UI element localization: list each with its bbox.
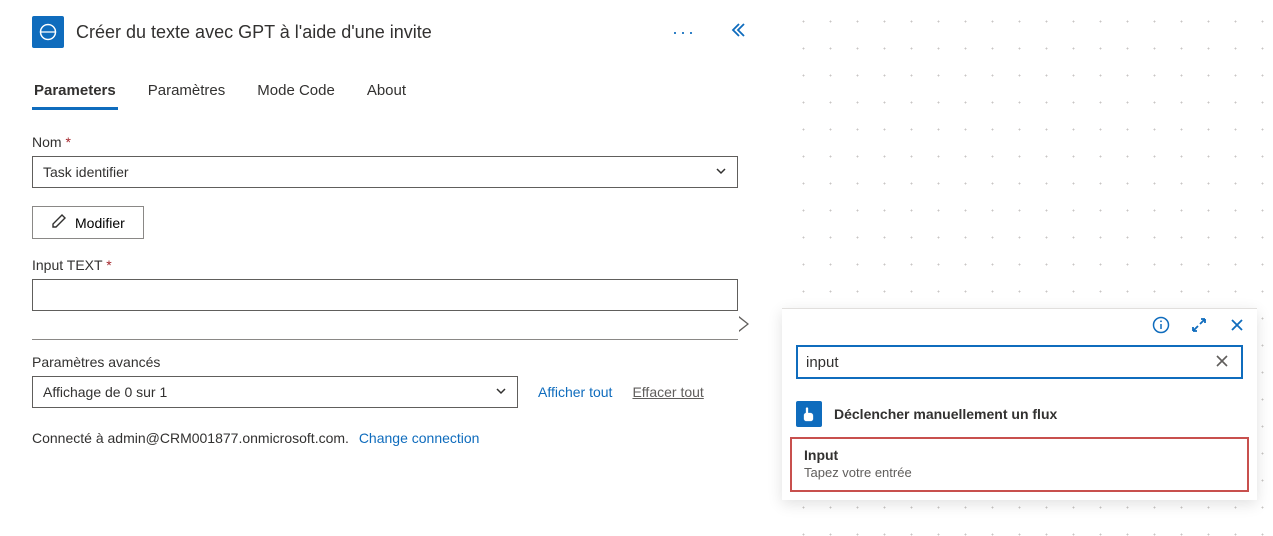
connection-prefix: Connecté à: [32, 430, 108, 446]
input-text-field[interactable]: [32, 279, 738, 311]
tab-about[interactable]: About: [365, 76, 408, 110]
nom-value: Task identifier: [43, 164, 129, 180]
config-panel: Créer du texte avec GPT à l'aide d'une i…: [0, 0, 782, 536]
trigger-title: Déclencher manuellement un flux: [834, 406, 1057, 422]
nom-label-text: Nom: [32, 134, 62, 150]
panel-title: Créer du texte avec GPT à l'aide d'une i…: [76, 22, 654, 43]
clear-all-link[interactable]: Effacer tout: [632, 384, 703, 400]
field-input-text: Input TEXT *: [32, 257, 750, 311]
modify-button-label: Modifier: [75, 215, 125, 231]
advanced-label: Paramètres avancés: [32, 354, 750, 370]
tab-bar: Parameters Paramètres Mode Code About: [32, 76, 750, 110]
expand-icon[interactable]: [1189, 315, 1209, 335]
info-icon[interactable]: [1151, 315, 1171, 335]
tab-parametres[interactable]: Paramètres: [146, 76, 228, 110]
result-subtitle: Tapez votre entrée: [804, 465, 1235, 480]
pointer-arrow-icon: [739, 316, 749, 332]
required-indicator: *: [106, 257, 111, 273]
advanced-row: Affichage de 0 sur 1 Afficher tout Effac…: [32, 376, 750, 408]
chevron-down-icon: [715, 165, 727, 180]
tab-parameters[interactable]: Parameters: [32, 76, 118, 110]
popup-search-input[interactable]: [806, 354, 1211, 371]
clear-search-icon[interactable]: [1211, 352, 1233, 373]
more-menu-icon[interactable]: ···: [666, 22, 702, 43]
chevron-down-icon: [495, 385, 507, 400]
show-all-link[interactable]: Afficher tout: [538, 384, 612, 400]
input-text-label: Input TEXT *: [32, 257, 750, 273]
input-text-label-text: Input TEXT: [32, 257, 102, 273]
pencil-icon: [51, 213, 67, 232]
popup-search-box[interactable]: [796, 345, 1243, 379]
connection-account: admin@CRM001877.onmicrosoft.com.: [108, 430, 349, 446]
search-result-item[interactable]: Input Tapez votre entrée: [790, 437, 1249, 492]
nom-label: Nom *: [32, 134, 750, 150]
field-nom: Nom * Task identifier: [32, 134, 750, 188]
section-divider: [32, 339, 738, 340]
collapse-panel-icon[interactable]: [726, 22, 750, 43]
required-indicator: *: [65, 134, 70, 150]
popup-toolbar: [782, 309, 1257, 339]
dynamic-content-popup: Déclencher manuellement un flux Input Ta…: [782, 308, 1257, 500]
modify-button[interactable]: Modifier: [32, 206, 144, 239]
panel-header: Créer du texte avec GPT à l'aide d'une i…: [32, 16, 750, 48]
connection-info: Connecté à admin@CRM001877.onmicrosoft.c…: [32, 430, 750, 446]
result-title: Input: [804, 447, 1235, 463]
advanced-dropdown[interactable]: Affichage de 0 sur 1: [32, 376, 518, 408]
advanced-dropdown-value: Affichage de 0 sur 1: [43, 384, 167, 400]
change-connection-link[interactable]: Change connection: [359, 430, 480, 446]
tab-mode-code[interactable]: Mode Code: [255, 76, 337, 110]
trigger-section: Déclencher manuellement un flux: [782, 391, 1257, 437]
close-icon[interactable]: [1227, 315, 1247, 335]
nom-dropdown[interactable]: Task identifier: [32, 156, 738, 188]
gpt-action-icon: [32, 16, 64, 48]
manual-trigger-icon: [796, 401, 822, 427]
